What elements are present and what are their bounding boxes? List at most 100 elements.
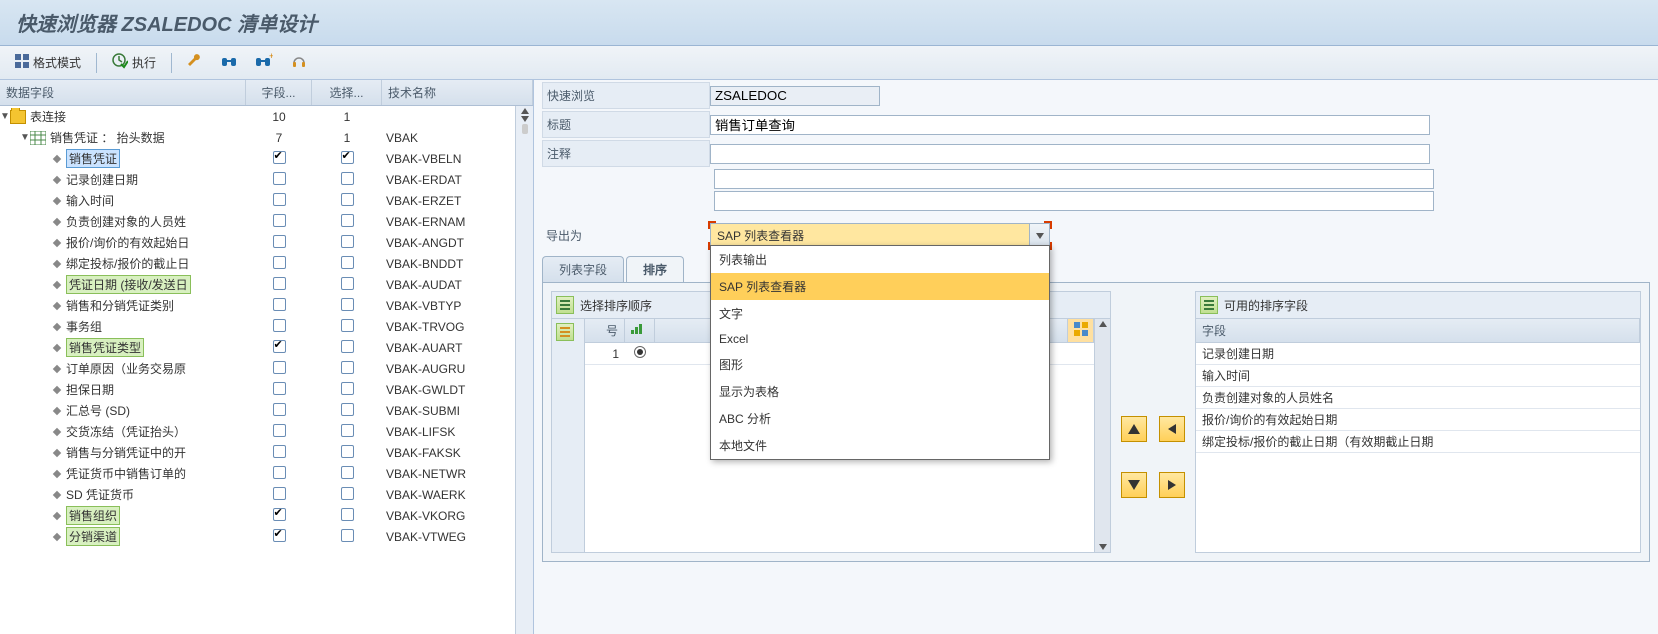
tree-field-row[interactable]: 销售与分销凭证中的开VBAK-FAKSK <box>0 442 515 463</box>
select-checkbox[interactable] <box>341 151 354 164</box>
expand-icon[interactable]: ▼ <box>20 132 30 143</box>
row-tool-icon[interactable] <box>556 323 574 341</box>
panel-list-icon[interactable] <box>556 296 574 314</box>
tree-table-row[interactable]: ▼销售凭证 ： 抬头数据 7 1 VBAK <box>0 127 515 148</box>
sort-radio[interactable] <box>634 346 646 358</box>
dropdown-option[interactable]: 图形 <box>711 351 1049 378</box>
tree-field-row[interactable]: 负责创建对象的人员姓VBAK-ERNAM <box>0 211 515 232</box>
dropdown-option[interactable]: 本地文件 <box>711 432 1049 459</box>
scroll-up-icon[interactable] <box>1099 321 1107 327</box>
select-checkbox[interactable] <box>341 277 354 290</box>
col-field[interactable]: 字段 <box>1196 319 1640 342</box>
col-select[interactable]: 选择... <box>312 80 382 105</box>
select-checkbox[interactable] <box>341 193 354 206</box>
scroll-down-icon[interactable] <box>1099 544 1107 550</box>
col-toolbar-icon[interactable] <box>1068 319 1094 342</box>
tree-field-row[interactable]: 销售和分销凭证类别VBAK-VBTYP <box>0 295 515 316</box>
format-mode-button[interactable]: 格式模式 <box>8 51 88 74</box>
available-field-row[interactable]: 绑定投标/报价的截止日期（有效期截止日期 <box>1196 431 1640 453</box>
drag-handle-icon[interactable] <box>522 124 528 134</box>
select-checkbox[interactable] <box>341 172 354 185</box>
select-checkbox[interactable] <box>341 361 354 374</box>
tree-field-row[interactable]: SD 凭证货币VBAK-WAERK <box>0 484 515 505</box>
tree-scrollbar[interactable] <box>515 106 533 634</box>
list-checkbox[interactable] <box>273 424 286 437</box>
dropdown-option[interactable]: SAP 列表查看器 <box>711 273 1049 300</box>
tree-root-row[interactable]: ▼表连接 10 1 <box>0 106 515 127</box>
tree-field-row[interactable]: 销售组织VBAK-VKORG <box>0 505 515 526</box>
list-checkbox[interactable] <box>273 319 286 332</box>
tree-field-row[interactable]: 汇总号 (SD)VBAK-SUBMI <box>0 400 515 421</box>
list-checkbox[interactable] <box>273 151 286 164</box>
col-tech-name[interactable]: 技术名称 <box>382 80 533 105</box>
col-field[interactable]: 字段... <box>246 80 312 105</box>
select-checkbox[interactable] <box>341 529 354 542</box>
list-checkbox[interactable] <box>273 508 286 521</box>
dropdown-option[interactable]: Excel <box>711 327 1049 351</box>
col-num[interactable]: 号 <box>585 319 625 342</box>
available-field-row[interactable]: 报价/询价的有效起始日期 <box>1196 409 1640 431</box>
list-checkbox[interactable] <box>273 403 286 416</box>
available-field-row[interactable]: 输入时间 <box>1196 365 1640 387</box>
headset-button[interactable] <box>284 50 314 75</box>
select-checkbox[interactable] <box>341 508 354 521</box>
list-checkbox[interactable] <box>273 445 286 458</box>
panel-list-icon[interactable] <box>1200 296 1218 314</box>
available-field-row[interactable]: 负责创建对象的人员姓名 <box>1196 387 1640 409</box>
move-up-button[interactable] <box>1121 416 1147 442</box>
list-checkbox[interactable] <box>273 487 286 500</box>
select-checkbox[interactable] <box>341 382 354 395</box>
tree-field-row[interactable]: 输入时间VBAK-ERZET <box>0 190 515 211</box>
select-checkbox[interactable] <box>341 319 354 332</box>
binoculars-plus-button[interactable]: + <box>248 50 280 75</box>
list-checkbox[interactable] <box>273 235 286 248</box>
list-checkbox[interactable] <box>273 277 286 290</box>
export-dropdown[interactable]: SAP 列表查看器 列表输出SAP 列表查看器文字Excel图形显示为表格ABC… <box>710 223 1050 248</box>
tab-sort-order[interactable]: 排序 <box>626 256 684 282</box>
col-sort-icon[interactable] <box>625 319 655 342</box>
select-checkbox[interactable] <box>341 340 354 353</box>
select-checkbox[interactable] <box>341 298 354 311</box>
dropdown-option[interactable]: 显示为表格 <box>711 378 1049 405</box>
select-checkbox[interactable] <box>341 445 354 458</box>
tree-field-row[interactable]: 销售凭证VBAK-VBELN <box>0 148 515 169</box>
tree-field-row[interactable]: 交货冻结（凭证抬头）VBAK-LIFSK <box>0 421 515 442</box>
tree-field-row[interactable]: 报价/询价的有效起始日VBAK-ANGDT <box>0 232 515 253</box>
title-input[interactable] <box>710 115 1430 135</box>
select-checkbox[interactable] <box>341 256 354 269</box>
select-checkbox[interactable] <box>341 403 354 416</box>
tree-body[interactable]: ▼表连接 10 1 ▼销售凭证 ： 抬头数据 7 1 VBAK 销售凭证VBAK… <box>0 106 515 634</box>
select-checkbox[interactable] <box>341 487 354 500</box>
comment-input-3[interactable] <box>714 191 1434 211</box>
list-checkbox[interactable] <box>273 340 286 353</box>
tree-field-row[interactable]: 记录创建日期VBAK-ERDAT <box>0 169 515 190</box>
select-checkbox[interactable] <box>341 466 354 479</box>
dropdown-option[interactable]: 列表输出 <box>711 246 1049 273</box>
dropdown-option[interactable]: 文字 <box>711 300 1049 327</box>
list-checkbox[interactable] <box>273 298 286 311</box>
move-down-button[interactable] <box>1121 472 1147 498</box>
list-checkbox[interactable] <box>273 193 286 206</box>
tool-button-1[interactable] <box>180 50 210 75</box>
binoculars-button[interactable] <box>214 50 244 75</box>
comment-input-1[interactable] <box>710 144 1430 164</box>
tree-field-row[interactable]: 凭证货币中销售订单的VBAK-NETWR <box>0 463 515 484</box>
select-checkbox[interactable] <box>341 214 354 227</box>
execute-button[interactable]: 执行 <box>105 50 163 75</box>
list-checkbox[interactable] <box>273 382 286 395</box>
grid-scrollbar[interactable] <box>1094 319 1110 552</box>
tree-field-row[interactable]: 销售凭证类型VBAK-AUART <box>0 337 515 358</box>
list-checkbox[interactable] <box>273 529 286 542</box>
expand-icon[interactable]: ▼ <box>0 111 10 122</box>
col-data-field[interactable]: 数据字段 <box>0 80 246 105</box>
select-checkbox[interactable] <box>341 235 354 248</box>
comment-input-2[interactable] <box>714 169 1434 189</box>
list-checkbox[interactable] <box>273 256 286 269</box>
tree-field-row[interactable]: 担保日期VBAK-GWLDT <box>0 379 515 400</box>
scroll-up-icon[interactable] <box>521 108 529 114</box>
list-checkbox[interactable] <box>273 466 286 479</box>
tree-field-row[interactable]: 绑定投标/报价的截止日VBAK-BNDDT <box>0 253 515 274</box>
select-checkbox[interactable] <box>341 424 354 437</box>
list-checkbox[interactable] <box>273 214 286 227</box>
avail-grid-body[interactable]: 记录创建日期输入时间负责创建对象的人员姓名报价/询价的有效起始日期绑定投标/报价… <box>1196 343 1640 552</box>
